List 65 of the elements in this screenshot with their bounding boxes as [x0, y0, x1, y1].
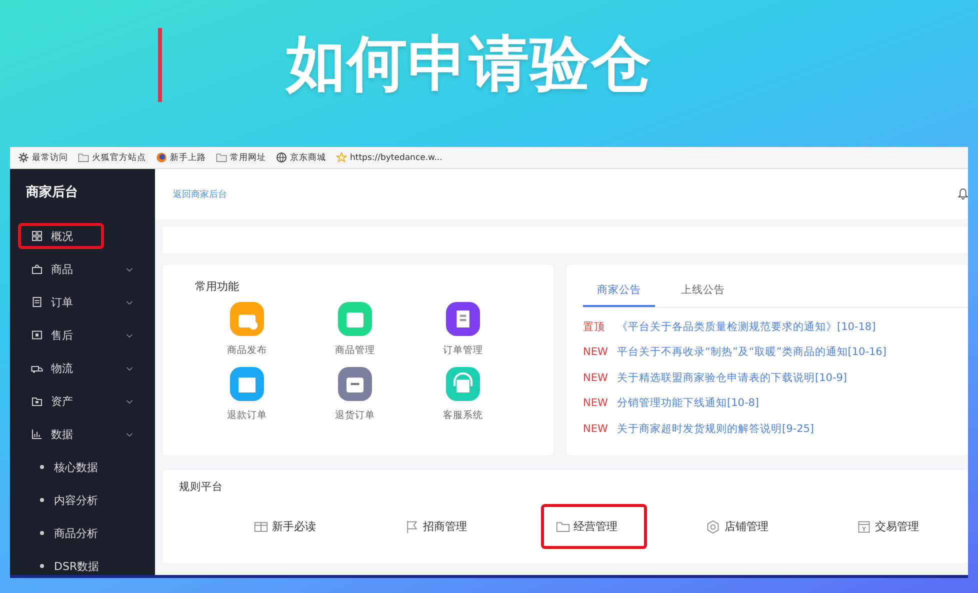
sidebar-title: 商家后台	[25, 184, 79, 202]
notice-link[interactable]: 平台关于不再收录“制热”及“取暖”类商品的通知[10-16]	[617, 345, 886, 360]
folder-icon	[556, 520, 570, 534]
sidebar-item[interactable]: 商品	[18, 256, 147, 282]
rule-category[interactable]: 经营管理	[540, 504, 646, 549]
tab[interactable]: 商家公告	[583, 279, 655, 307]
function-shortcut[interactable]: 客服系统	[433, 367, 493, 422]
sidebar-item[interactable]: 售后	[18, 322, 147, 348]
rule-category[interactable]: 新手必读	[239, 504, 345, 549]
sidebar-subitem[interactable]: DSR数据	[10, 553, 155, 575]
document-icon	[31, 296, 43, 308]
gear-icon	[706, 520, 720, 534]
globe-icon	[276, 152, 287, 163]
gear-icon	[18, 152, 29, 163]
notice-tag: 置顶	[583, 320, 609, 334]
grid-icon	[31, 230, 43, 242]
bullet-icon	[40, 498, 44, 502]
notice-link[interactable]: 关于商家超时发货规则的解答说明[9-25]	[617, 422, 814, 436]
notice-tag: NEW	[583, 372, 609, 384]
flag-icon	[404, 520, 419, 534]
bookmark[interactable]: 新手上路	[156, 152, 206, 164]
sidebar-subitem[interactable]: 内容分析	[10, 487, 155, 513]
star-icon	[336, 152, 347, 163]
notice-link[interactable]: 分销管理功能下线通知[10-8]	[617, 396, 760, 410]
sidebar-subitem[interactable]: 商品分析	[10, 520, 155, 546]
rule-category[interactable]: 店铺管理	[691, 504, 798, 549]
tab[interactable]: 上线公告	[667, 279, 739, 307]
sidebar-item[interactable]: 数据	[18, 421, 147, 447]
sidebar-item[interactable]: 订单	[18, 289, 147, 315]
function-shortcut[interactable]: 退款订单	[217, 367, 277, 422]
function-shortcut[interactable]: 商品发布	[217, 302, 277, 357]
bullet-icon	[40, 531, 44, 535]
book-icon	[254, 520, 268, 534]
sidebar-subitem[interactable]: 核心数据	[10, 454, 155, 480]
sidebar-item[interactable]: 概况	[18, 223, 104, 249]
function-shortcut[interactable]: 商品管理	[325, 302, 385, 357]
bookmark[interactable]: https://bytedance.w...	[336, 152, 442, 163]
folder-icon	[216, 152, 227, 163]
function-shortcut[interactable]: 退货订单	[325, 367, 385, 422]
folder-icon	[78, 152, 89, 163]
receipt-icon	[857, 520, 871, 534]
notice-link[interactable]: 《平台关于各品类质量检测规范要求的通知》[10-18]	[617, 320, 876, 334]
notice-tag: NEW	[583, 397, 609, 410]
bullet-icon	[40, 465, 44, 469]
function-shortcut[interactable]: 订单管理	[433, 302, 493, 357]
notice-tag: NEW	[583, 346, 609, 358]
sidebar-item[interactable]: 物流	[18, 355, 147, 381]
notice-link[interactable]: 关于精选联盟商家验仓申请表的下载说明[10-9]	[617, 370, 848, 385]
bag-icon	[31, 263, 43, 275]
bell-icon[interactable]	[958, 187, 968, 201]
notice-tag: NEW	[583, 422, 609, 435]
rule-category[interactable]: 招商管理	[390, 504, 496, 549]
bar-chart-icon	[31, 428, 43, 440]
bookmark[interactable]: 最常访问	[18, 152, 68, 164]
slide-title: 如何申请验仓	[286, 28, 652, 101]
bookmark[interactable]: 常用网址	[216, 152, 266, 164]
bookmark[interactable]: 火狐官方站点	[78, 152, 146, 164]
box-icon	[31, 329, 43, 341]
bullet-icon	[40, 564, 44, 568]
globe-icon	[156, 152, 167, 163]
card-title: 常用功能	[195, 279, 240, 294]
sidebar-item[interactable]: 资产	[18, 388, 147, 414]
rule-category[interactable]: 交易管理	[842, 504, 948, 549]
card-title: 规则平台	[179, 480, 224, 494]
bookmark[interactable]: 京东商城	[276, 152, 326, 164]
